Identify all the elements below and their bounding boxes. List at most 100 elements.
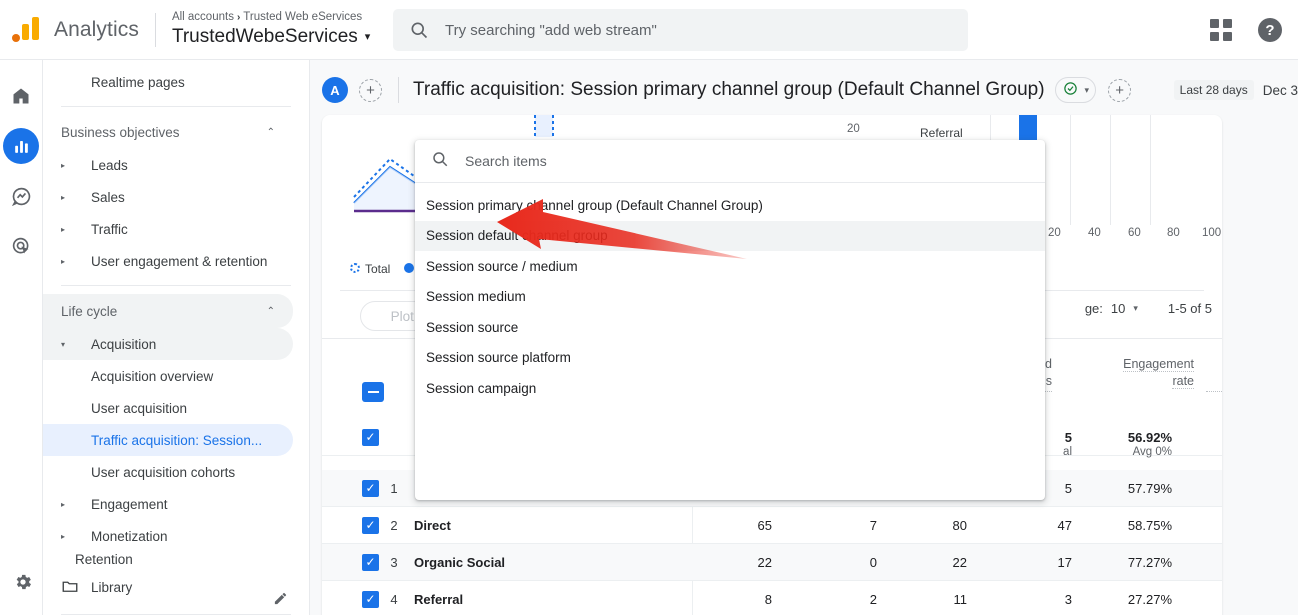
all-users-comparison-chip[interactable]: ▾ [1054,77,1097,103]
avatar[interactable]: A [322,77,348,103]
left-navigation: Realtime pages Business objectives ⌃ ▸ L… [43,60,310,615]
column-header-engagement-rate[interactable]: Engagement rate [1084,356,1194,391]
breadcrumb-root[interactable]: All accounts [172,11,234,23]
date-range-selector[interactable]: Last 28 days Dec 3 [1173,80,1298,100]
dropdown-item-session-source[interactable]: Session source [415,312,1045,343]
collapse-arrow-icon: ▾ [61,339,66,349]
dropdown-item-session-source-medium[interactable]: Session source / medium [415,251,1045,282]
property-name-label: TrustedWebeServices [171,26,358,47]
nav-item-engagement[interactable]: ▸ Engagement [43,488,293,520]
nav-item-label: User engagement & retention [91,253,268,269]
nav-item-retention-clipped[interactable]: Retention [43,552,309,566]
rail-item-advertising[interactable] [3,228,39,264]
nav-section-label: Life cycle [61,303,118,319]
nav-section-business-objectives[interactable]: Business objectives ⌃ [43,115,293,149]
breadcrumb-account[interactable]: Trusted Web eServices [243,11,362,23]
row-checkbox[interactable]: ✓ [362,479,379,497]
chart-bar-label: Referral [920,126,963,140]
dropdown-search-row[interactable] [415,140,1045,183]
column-header-line1: Engagement [1123,357,1194,372]
nav-item-sales[interactable]: ▸ Sales [43,181,293,213]
chart-bar[interactable] [1019,115,1037,143]
expand-arrow-icon: ▸ [61,531,66,541]
nav-item-leads[interactable]: ▸ Leads [43,149,293,181]
cell-sessions: 65 [757,517,772,533]
sidebar-item-user-acquisition-cohorts[interactable]: User acquisition cohorts [43,456,293,488]
legend-entry-total[interactable]: Total [350,262,390,276]
nav-item-user-engagement-retention[interactable]: ▸ User engagement & retention [43,245,293,277]
rows-per-page-control[interactable]: ge: 10 ▾ 1-5 of 5 [1085,301,1212,316]
property-name[interactable]: TrustedWebeServices ▾ [172,25,370,49]
nav-item-label: Realtime pages [91,74,185,90]
row-checkbox[interactable]: ✓ [362,516,379,534]
table-row[interactable]: ✓ 4 Referral 8 2 11 3 27.27% [322,581,1222,615]
sidebar-item-user-acquisition[interactable]: User acquisition [43,392,293,424]
cell-new-users: 7 [869,517,877,533]
row-checkbox[interactable]: ✓ [362,590,379,608]
nav-sub-label: User acquisition cohorts [91,464,236,480]
chart-axis-tick-60: 60 [1128,227,1141,239]
divider [61,106,291,107]
dropdown-item-session-primary-channel-group[interactable]: Session primary channel group (Default C… [415,190,1045,221]
nav-item-realtime-pages[interactable]: Realtime pages [43,66,293,98]
cell-dimension[interactable]: Direct [414,518,451,533]
home-icon [13,88,29,104]
breadcrumb-separator: › [236,12,241,23]
help-icon[interactable]: ? [1258,18,1282,42]
apps-grid-icon[interactable] [1210,19,1232,41]
account-selector[interactable]: All accounts › Trusted Web eServices Trust… [172,10,370,49]
cell-dimension[interactable]: Organic Social [414,555,505,570]
column-header-events-per-session[interactable]: er [1206,373,1222,392]
expand-arrow-icon: ▸ [61,224,66,234]
nav-item-monetization[interactable]: ▸ Monetization [43,520,293,552]
sidebar-item-label: Library [91,579,133,595]
search-icon [409,20,429,40]
nav-item-traffic[interactable]: ▸ Traffic [43,213,293,245]
table-row[interactable]: ✓ 2 Direct 65 7 80 47 58.75% [322,507,1222,544]
search-input[interactable] [445,21,925,39]
sidebar-item-library[interactable]: Library [43,570,309,604]
legend-label: Total [365,262,391,276]
nav-item-acquisition[interactable]: ▾ Acquisition [43,328,293,360]
dropdown-item-session-source-platform[interactable]: Session source platform [415,343,1045,374]
sidebar-item-acquisition-overview[interactable]: Acquisition overview [43,360,293,392]
rail-item-explore[interactable] [3,178,39,214]
cell-engaged-sessions: 47 [1057,517,1072,533]
add-comparison-button[interactable]: + [1108,78,1132,102]
rail-item-home[interactable] [3,78,39,114]
rows-per-page-value: 10 [1110,301,1126,316]
nav-section-label: Business objectives [61,124,180,140]
breadcrumb: All accounts › Trusted Web eServices [172,10,370,25]
dropdown-item-session-medium[interactable]: Session medium [415,282,1045,313]
edit-pencil-icon[interactable] [273,591,288,611]
cell-index: 3 [390,554,398,570]
brand-name: Analytics [54,17,139,41]
chevron-up-icon: ⌃ [266,305,275,317]
nav-sub-label: Traffic acquisition: Session... [91,432,263,448]
global-search-box[interactable] [393,9,968,51]
row-checkbox[interactable]: ✓ [362,553,379,571]
nav-sub-label: Acquisition overview [91,368,214,384]
dimension-picker-dropdown[interactable]: Session primary channel group (Default C… [415,140,1045,500]
dropdown-item-session-campaign[interactable]: Session campaign [415,373,1045,404]
sidebar-item-traffic-acquisition[interactable]: Traffic acquisition: Session... [43,424,293,456]
column-header-line2: rate [1172,374,1194,389]
cell-new-users: 2 [869,591,877,607]
rows-per-page-label: ge: [1084,301,1103,316]
rail-item-reports[interactable] [3,128,39,164]
folder-icon [61,577,79,598]
top-app-bar: Analytics All accounts › Trusted Web eServ… [0,0,1298,60]
table-row[interactable]: ✓ 3 Organic Social 22 0 22 17 77.27% [322,544,1222,581]
date-range-chip: Last 28 days [1173,80,1254,100]
dropdown-search-input[interactable] [465,153,985,169]
cell-dimension[interactable]: Referral [414,592,463,607]
add-collaborator-button[interactable]: + [359,78,382,102]
chevron-down-icon: ▾ [1133,303,1138,313]
select-all-checkbox[interactable] [362,382,384,402]
pagination-count: 1-5 of 5 [1167,301,1212,316]
dropdown-item-session-default-channel-group[interactable]: Session default channel group [415,220,1045,251]
page-title: Traffic acquisition: Session primary cha… [413,79,1045,100]
gear-icon[interactable] [13,572,33,597]
nav-section-life-cycle[interactable]: Life cycle ⌃ [43,294,293,328]
expand-arrow-icon: ▸ [61,256,66,266]
